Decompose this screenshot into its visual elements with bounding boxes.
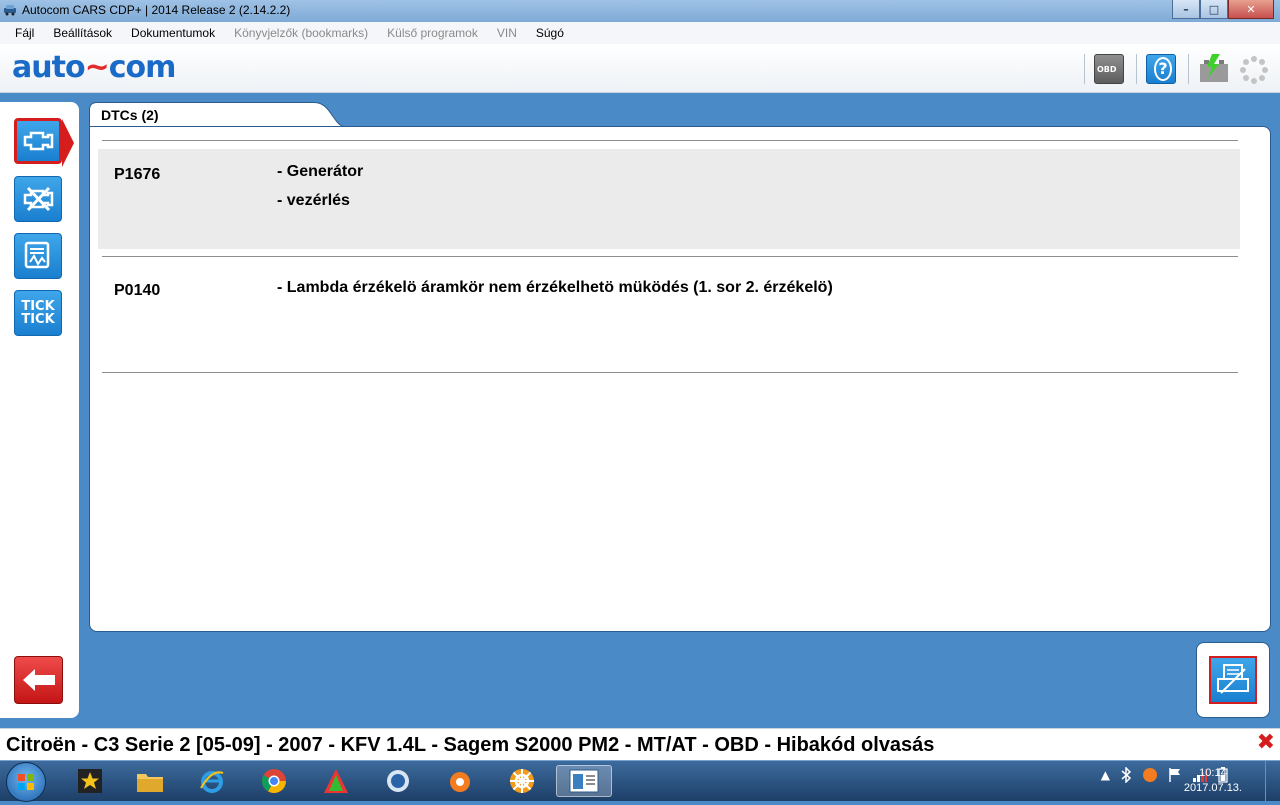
app-header: auto~com OBD ? <box>0 44 1280 93</box>
dtc-list-panel: P1676 - Generátor - vezérlés P0140 - Lam… <box>89 126 1271 632</box>
globe-app-icon <box>387 770 409 792</box>
divider <box>102 256 1238 257</box>
vehicle-info: Citroën - C3 Serie 2 [05-09] - 2007 - KF… <box>6 734 935 756</box>
system-clock[interactable]: 10:14 2017.07.13. <box>1184 766 1242 796</box>
avast-tray-icon[interactable] <box>1142 767 1158 783</box>
maximize-button[interactable]: □ <box>1200 0 1228 19</box>
left-toolbar: TICK TICK <box>0 102 79 718</box>
dtc-row[interactable]: P0140 - Lambda érzékelö áramkör nem érzé… <box>98 265 1240 365</box>
taskbar-internet-explorer[interactable] <box>184 765 240 797</box>
menu-bar: Fájl Beállítások Dokumentumok Könyvjelző… <box>0 22 1280 44</box>
status-bar: Citroën - C3 Serie 2 [05-09] - 2007 - KF… <box>0 728 1280 761</box>
menu-vin[interactable]: VIN <box>497 26 517 40</box>
menu-documents[interactable]: Dokumentumok <box>131 26 215 40</box>
engine-clear-icon <box>23 186 54 212</box>
autocom-window-icon <box>569 769 599 793</box>
active-indicator <box>62 119 74 167</box>
print-report-button[interactable] <box>1209 656 1257 704</box>
dtc-description: - Lambda érzékelö áramkör nem érzékelhet… <box>277 279 833 296</box>
menu-external-programs[interactable]: Külső programok <box>387 26 478 40</box>
divider <box>102 372 1238 373</box>
dtc-description: - Generátor <box>277 163 364 180</box>
window-title: Autocom CARS CDP+ | 2014 Release 2 (2.14… <box>22 3 291 17</box>
window-title-bar: Autocom CARS CDP+ | 2014 Release 2 (2.14… <box>0 0 1280 22</box>
tick-tick-button[interactable]: TICK TICK <box>14 290 62 336</box>
clear-dtc-button[interactable] <box>14 176 62 222</box>
bluetooth-icon[interactable] <box>1120 767 1132 783</box>
arrow-left-icon <box>22 669 55 691</box>
taskbar-app-star[interactable] <box>62 765 118 797</box>
help-icon: ? <box>1154 57 1172 81</box>
print-panel <box>1196 642 1270 718</box>
taskbar-app-globe[interactable] <box>370 765 426 797</box>
start-button[interactable] <box>6 762 46 802</box>
clock-time: 10:14 <box>1199 767 1227 779</box>
back-button[interactable] <box>14 656 63 704</box>
print-icon <box>1217 664 1249 694</box>
divider <box>102 140 1238 141</box>
taskbar-explorer[interactable] <box>122 765 178 797</box>
menu-bookmarks[interactable]: Könyvjelzők (bookmarks) <box>234 26 368 40</box>
chrome-icon <box>261 769 286 794</box>
taskbar-autocom[interactable] <box>556 765 612 797</box>
live-data-icon <box>24 241 50 269</box>
menu-help[interactable]: Súgó <box>536 26 564 40</box>
close-session-button[interactable]: ✖ <box>1257 730 1275 755</box>
avast-icon <box>450 772 470 792</box>
clock-date: 2017.07.13. <box>1183 782 1242 794</box>
taskbar-app-triangle[interactable] <box>308 765 364 797</box>
internet-explorer-icon <box>200 771 224 793</box>
flag-icon[interactable] <box>1168 767 1182 783</box>
tray-expand-icon[interactable]: ▲ <box>1101 768 1110 782</box>
car-app-icon <box>4 5 16 16</box>
taskbar-avast[interactable] <box>432 765 488 797</box>
windows-logo-icon <box>18 774 34 790</box>
folder-icon <box>137 774 163 792</box>
close-window-button[interactable]: ✕ <box>1228 0 1274 19</box>
autocom-logo: auto~com <box>12 50 176 85</box>
obd-button[interactable]: OBD <box>1094 54 1124 84</box>
minimize-button[interactable]: – <box>1172 0 1200 19</box>
engine-diagnostics-button[interactable] <box>14 118 62 164</box>
windows-taskbar: ▲ 10:14 2017.07.13. <box>0 760 1280 802</box>
show-desktop-button[interactable] <box>1265 761 1280 801</box>
wheel-app-icon <box>510 769 534 793</box>
dtc-code: P1676 <box>114 166 161 183</box>
dtc-code: P0140 <box>114 282 161 299</box>
engine-icon <box>23 131 54 151</box>
triangle-app-icon <box>324 769 348 793</box>
loading-spinner-icon <box>1240 56 1268 84</box>
help-button[interactable]: ? <box>1146 54 1176 84</box>
battery-charging-icon <box>1200 54 1228 82</box>
dtc-description: - vezérlés <box>277 192 350 209</box>
menu-settings[interactable]: Beállítások <box>53 26 112 40</box>
taskbar-chrome[interactable] <box>246 765 302 797</box>
star-app-icon <box>78 769 102 793</box>
dtc-tab-label: DTCs (2) <box>101 107 159 123</box>
taskbar-app-wheel[interactable] <box>494 765 550 797</box>
live-data-button[interactable] <box>14 233 62 279</box>
menu-file[interactable]: Fájl <box>15 26 34 40</box>
dtc-row[interactable]: P1676 - Generátor - vezérlés <box>98 149 1240 249</box>
obd-icon: OBD <box>1097 65 1117 74</box>
tick-tick-icon: TICK TICK <box>21 299 55 327</box>
